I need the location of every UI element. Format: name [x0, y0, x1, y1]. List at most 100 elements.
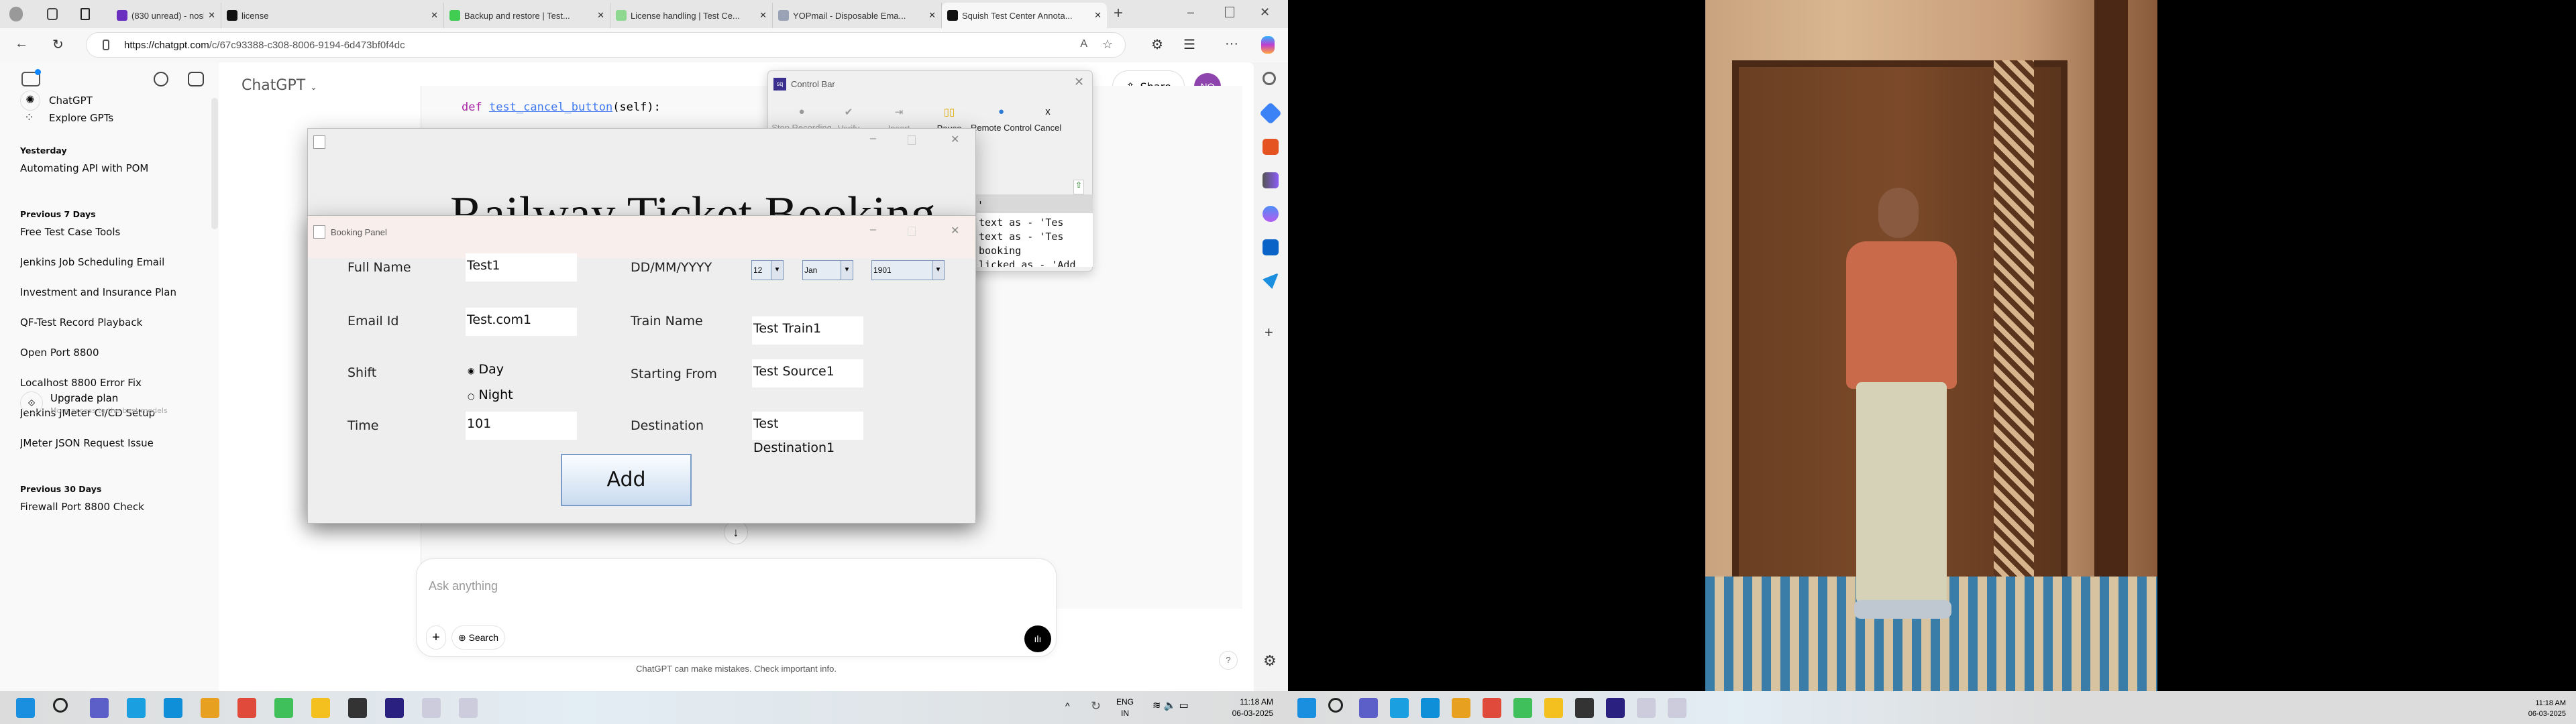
m365-icon[interactable] [1263, 206, 1279, 222]
sidebar-item-chatgpt[interactable]: ChatGPT [49, 95, 93, 107]
booking-minimize[interactable]: – [870, 224, 876, 236]
chrome-profile-icon[interactable] [1483, 698, 1501, 718]
search-icon[interactable] [53, 698, 68, 713]
start-icon[interactable] [1297, 698, 1316, 718]
clock[interactable]: 11:18 AM 06-03-2025 [1220, 697, 1273, 719]
control-bar-button[interactable]: ● Remote Control [969, 106, 1033, 133]
file-explorer-icon[interactable] [311, 698, 330, 718]
squish-icon[interactable] [1606, 698, 1625, 718]
tools-icon[interactable] [1263, 139, 1279, 155]
extensions-icon[interactable]: ⚙ [1151, 36, 1163, 53]
email-input[interactable]: Test.com1 [466, 308, 577, 336]
chrome-profile-icon[interactable] [237, 698, 256, 718]
help-button[interactable]: ? [1219, 651, 1238, 670]
games-icon[interactable] [1263, 172, 1279, 188]
sidebar-item-explore-gpts[interactable]: Explore GPTs [49, 112, 113, 124]
sidebar-scrollbar[interactable] [211, 98, 218, 229]
chrome-icon[interactable] [201, 698, 219, 718]
maximize-button[interactable] [1225, 7, 1234, 17]
time-input[interactable]: 101 [466, 412, 577, 440]
java-app-active-icon[interactable] [459, 698, 478, 718]
railway-minimize[interactable]: – [870, 133, 876, 145]
scroll-down-button[interactable]: ↓ [724, 520, 748, 544]
edge-icon[interactable] [1421, 698, 1440, 718]
browser-tab[interactable]: (830 unread) - noshadam... ✕ [111, 3, 221, 28]
minimize-button[interactable]: – [1187, 5, 1194, 19]
upgrade-plan-link[interactable]: Upgrade plan [50, 392, 118, 404]
skype-icon[interactable] [127, 698, 146, 718]
browser-tab[interactable]: License handling | Test Ce... ✕ [610, 3, 773, 28]
teams-icon[interactable] [1359, 698, 1378, 718]
tab-close-icon[interactable]: ✕ [759, 10, 767, 21]
browser-tab[interactable]: YOPmail - Disposable Ema... ✕ [773, 3, 942, 28]
year-dropdown[interactable]: 1901 ▼ [871, 260, 945, 280]
chrome-icon[interactable] [1452, 698, 1470, 718]
destination-input[interactable]: Test Destination1 [752, 412, 863, 455]
language-indicator[interactable]: ENG IN [1116, 697, 1134, 719]
tab-close-icon[interactable]: ✕ [431, 10, 438, 21]
chat-input-placeholder[interactable]: Ask anything [429, 579, 498, 593]
pycharm-icon[interactable] [1513, 698, 1532, 718]
month-dropdown[interactable]: Jan ▼ [802, 260, 853, 280]
network-volume-battery[interactable]: ≋ 🔈 ▭ [1152, 699, 1189, 711]
lock-icon[interactable] [103, 40, 109, 50]
clock-secondary[interactable]: 11:18 AM 06-03-2025 [2516, 698, 2566, 719]
profile-icon[interactable] [9, 7, 23, 21]
favorites-icon[interactable]: ☰ [1183, 36, 1195, 53]
sidebar-chat-item[interactable]: Automating API with POM [20, 162, 148, 174]
outlook-icon[interactable] [1263, 239, 1279, 255]
control-bar-close[interactable]: ✕ [1074, 75, 1084, 89]
control-bar-button[interactable]: x Cancel [1031, 106, 1065, 133]
favorite-star-icon[interactable]: ☆ [1102, 38, 1113, 52]
train-name-input[interactable]: Test Train1 [752, 316, 863, 345]
search-icon[interactable] [1328, 698, 1343, 713]
railway-close[interactable]: ✕ [951, 133, 959, 146]
edge-search-icon[interactable] [1263, 72, 1276, 85]
scroll-up-icon[interactable]: ⇧ [1073, 180, 1084, 194]
new-chat-icon[interactable] [188, 72, 204, 86]
skype-icon[interactable] [1390, 698, 1409, 718]
day-dropdown[interactable]: 12 ▼ [751, 260, 784, 280]
shift-night-radio[interactable]: ○ Night [468, 387, 513, 402]
chat-input-box[interactable]: Ask anything + ⊕ Search ılı [416, 558, 1057, 657]
close-window-button[interactable]: ✕ [1260, 5, 1270, 19]
add-button[interactable]: Add [561, 454, 692, 506]
browser-tab[interactable]: Squish Test Center Annota... ✕ [942, 3, 1107, 28]
squish-icon[interactable] [385, 698, 404, 718]
attach-button[interactable]: + [426, 625, 446, 650]
terminal-icon[interactable] [1575, 698, 1594, 718]
read-aloud-icon[interactable]: A [1080, 38, 1087, 50]
show-hidden-icons[interactable]: ^ [1065, 701, 1070, 711]
teams-icon[interactable] [90, 698, 109, 718]
model-selector[interactable]: ChatGPT ⌄ [241, 77, 317, 94]
send-icon[interactable] [1263, 273, 1279, 289]
booking-close[interactable]: ✕ [951, 224, 959, 237]
sidebar-chat-item[interactable]: Jenkins Job Scheduling Email [20, 256, 164, 268]
java-app-icon[interactable] [422, 698, 441, 718]
sidebar-chat-item[interactable]: JMeter JSON Request Issue [20, 437, 154, 449]
voice-mode-button[interactable]: ılı [1024, 625, 1051, 652]
browser-tab[interactable]: Backup and restore | Test... ✕ [444, 3, 610, 28]
more-icon[interactable]: ··· [1225, 36, 1238, 52]
workspaces-icon[interactable] [47, 8, 58, 20]
booking-maximize[interactable] [908, 227, 916, 236]
new-tab-button[interactable]: + [1114, 4, 1123, 23]
sidebar-chat-item[interactable]: Firewall Port 8800 Check [20, 501, 144, 513]
sidebar-settings-icon[interactable]: ⚙ [1263, 652, 1277, 670]
start-icon[interactable] [16, 698, 35, 718]
shift-day-radio[interactable]: ◉ Day [468, 362, 504, 377]
sidebar-chat-item[interactable]: Investment and Insurance Plan [20, 286, 176, 298]
search-toggle-button[interactable]: ⊕ Search [451, 625, 505, 650]
browser-tab[interactable]: license ✕ [221, 3, 444, 28]
sidebar-chat-item[interactable]: Localhost 8800 Error Fix [20, 377, 142, 389]
sidebar-chat-item[interactable]: QF-Test Record Playback [20, 316, 142, 328]
java-app-icon[interactable] [1637, 698, 1656, 718]
refresh-icon[interactable]: ↻ [52, 36, 64, 53]
file-explorer-icon[interactable] [1544, 698, 1563, 718]
starting-from-input[interactable]: Test Source1 [752, 359, 863, 387]
railway-maximize[interactable] [908, 135, 916, 145]
java-app-active-icon[interactable] [1668, 698, 1686, 718]
add-sidebar-app-icon[interactable]: + [1265, 324, 1273, 341]
full-name-input[interactable]: Test1 [466, 253, 577, 282]
shopping-tag-icon[interactable] [1259, 102, 1282, 125]
